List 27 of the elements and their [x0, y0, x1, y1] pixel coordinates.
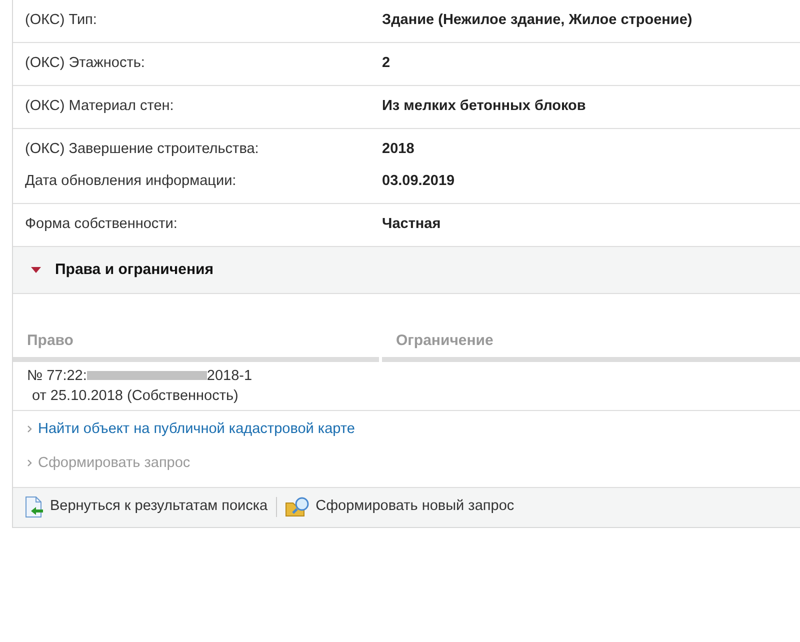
field-value: 2 — [382, 54, 390, 73]
link[interactable]: Найти объект на публичной кадастровой карте — [38, 418, 355, 438]
field-value: 2018 — [382, 140, 414, 159]
column-header: Право — [13, 330, 379, 362]
chevron-icon — [27, 424, 32, 432]
field-label: (ОКС) Материал стен: — [25, 97, 175, 116]
field-value: 03.09.2019 — [382, 172, 455, 191]
right-number: 2018-1 — [206, 368, 252, 384]
right-date: от 25.10.2018 (Собственность) — [31, 386, 240, 406]
field-label: (ОКС) Тип: — [25, 11, 98, 30]
field-label: Форма собственности: — [25, 215, 178, 234]
toolbar-button[interactable]: Сформировать новый запрос — [284, 496, 514, 518]
section-header[interactable]: Права и ограничения — [13, 247, 800, 294]
field-value: Из мелких бетонных блоков — [382, 97, 586, 116]
toolbar-button[interactable]: Вернуться к результатам поиска — [23, 496, 268, 518]
field-value: Частная — [382, 215, 441, 234]
field-label: (ОКС) Завершение строительства: — [25, 140, 260, 159]
right-number: № 77:22: — [27, 368, 87, 384]
field-label: (ОКС) Этажность: — [25, 54, 146, 73]
folder-search-icon — [284, 496, 311, 518]
column-header: Ограничение — [382, 330, 800, 362]
field-value: Здание (Нежилое здание, Жилое строение) — [382, 11, 692, 30]
chevron-icon — [27, 458, 32, 466]
section-title: Права и ограничения — [55, 260, 214, 280]
field-label: Дата обновления информации: — [25, 172, 238, 191]
document-arrow-icon — [23, 496, 45, 518]
caret-icon — [31, 267, 41, 273]
